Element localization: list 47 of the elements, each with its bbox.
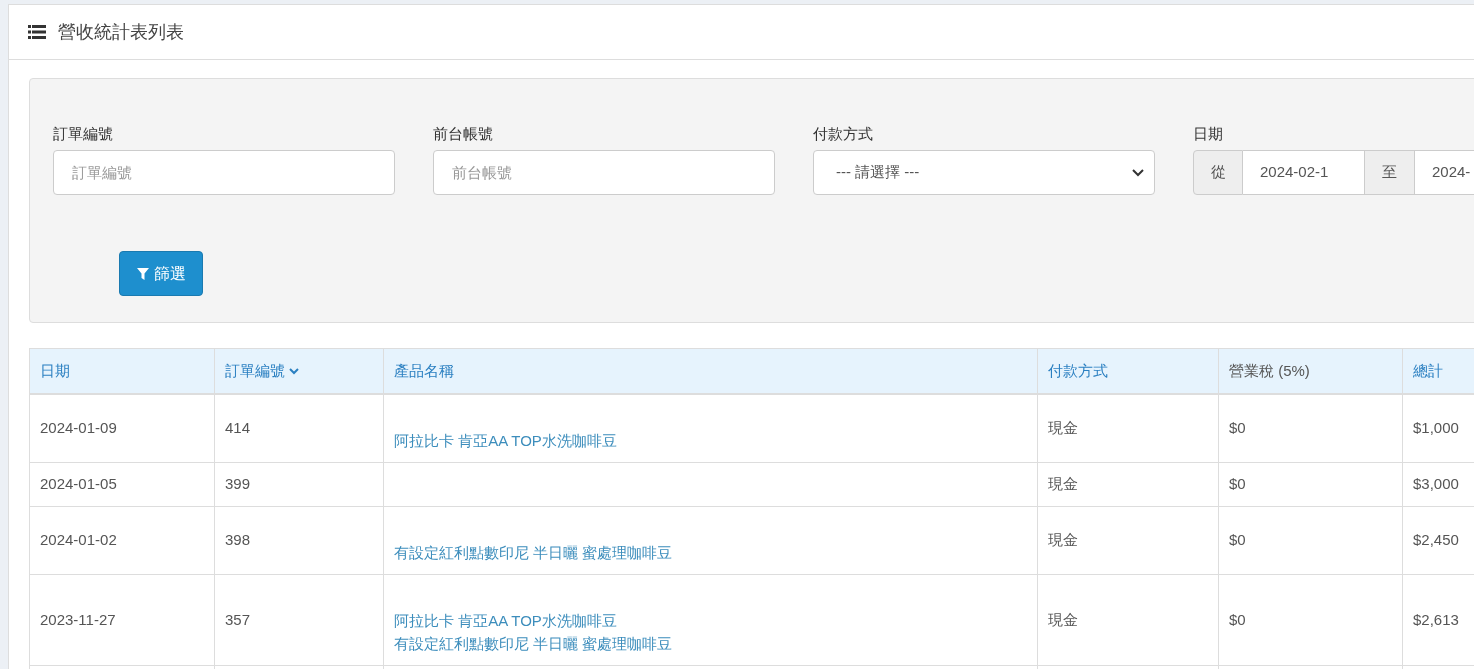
- table-cell-text: $0: [1229, 418, 1246, 439]
- field-label: 付款方式: [813, 124, 874, 144]
- table-cell-text: $3,000: [1413, 474, 1459, 495]
- from-addon: 從: [1193, 150, 1243, 195]
- column-header[interactable]: 付款方式: [1048, 359, 1108, 383]
- table-cell-text: 現金: [1048, 609, 1078, 630]
- table-cell-text: 2024-01-05: [40, 474, 117, 495]
- table-cell-text: 399: [225, 474, 251, 495]
- field-label: 訂單編號: [53, 124, 114, 144]
- table-cell-text: $1,000: [1413, 418, 1459, 439]
- product-link[interactable]: 有設定紅利點數印尼 半日曬 蜜處理咖啡豆: [394, 632, 673, 655]
- filter-button[interactable]: 篩選: [119, 251, 203, 296]
- table-cell-text: 398: [225, 530, 251, 551]
- date-input[interactable]: 2024-: [1415, 150, 1474, 195]
- payment-select[interactable]: --- 請選擇 ---: [813, 150, 1155, 195]
- to-addon: 至: [1364, 150, 1415, 195]
- text-input[interactable]: 訂單編號: [53, 150, 395, 195]
- table-cell-text: 414: [225, 418, 251, 439]
- filter-icon: [136, 267, 149, 280]
- column-header: 營業稅 (5%): [1229, 360, 1310, 381]
- table-cell-text: 2023-11-27: [40, 609, 116, 630]
- panel-title: 營收統計表列表: [58, 20, 184, 44]
- date-input[interactable]: 2024-02-1: [1243, 150, 1364, 195]
- table-cell-text: $0: [1229, 474, 1246, 495]
- list-icon: [28, 25, 46, 39]
- column-header[interactable]: 產品名稱: [394, 359, 454, 383]
- table-cell-text: 現金: [1048, 418, 1078, 439]
- column-header[interactable]: 日期: [40, 359, 70, 383]
- field-label: 日期: [1193, 124, 1224, 144]
- table-cell-text: 2024-01-09: [40, 418, 117, 439]
- product-link[interactable]: 阿拉比卡 肯亞AA TOP水洗咖啡豆: [394, 609, 617, 632]
- table-cell-text: 2024-01-02: [40, 530, 117, 551]
- table-cell-text: 357: [225, 609, 251, 630]
- text-input[interactable]: 前台帳號: [433, 150, 775, 195]
- field-label: 前台帳號: [433, 124, 494, 144]
- table-cell-text: 現金: [1048, 530, 1078, 551]
- product-link[interactable]: 阿拉比卡 肯亞AA TOP水洗咖啡豆: [394, 429, 617, 452]
- table-cell-text: $2,613: [1413, 609, 1459, 630]
- product-link[interactable]: 有設定紅利點數印尼 半日曬 蜜處理咖啡豆: [394, 541, 673, 564]
- table-cell-text: $0: [1229, 609, 1246, 630]
- table-cell-text: 現金: [1048, 474, 1078, 495]
- column-header[interactable]: 訂單編號: [225, 359, 299, 383]
- table-cell-text: $0: [1229, 530, 1246, 551]
- chevron-down-icon: [1132, 168, 1144, 177]
- table-cell-text: $2,450: [1413, 530, 1459, 551]
- column-header[interactable]: 總計: [1413, 359, 1443, 383]
- sort-caret-icon: [289, 367, 299, 375]
